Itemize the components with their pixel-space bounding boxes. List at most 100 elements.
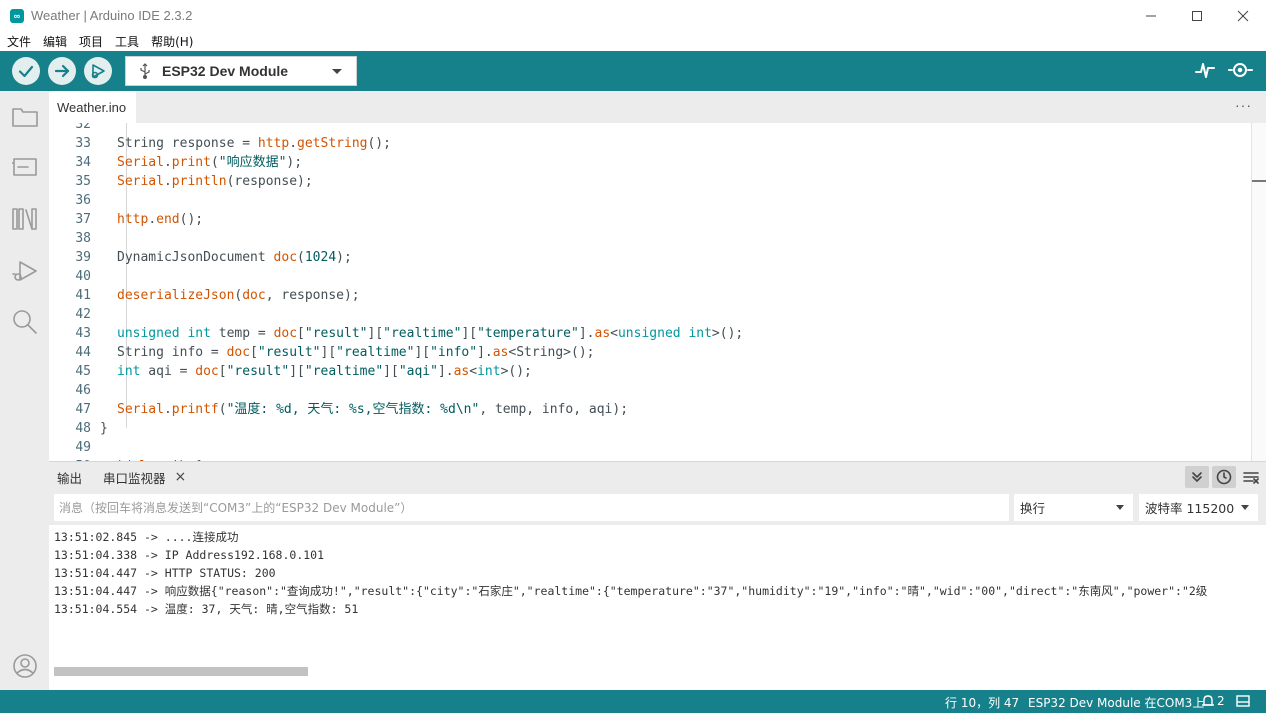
- toolbar: ESP32 Dev Module: [0, 51, 1266, 91]
- tab-output[interactable]: 输出: [57, 462, 82, 492]
- close-icon[interactable]: ×: [175, 469, 187, 485]
- close-icon: [1237, 10, 1249, 21]
- line-number: 41: [75, 288, 91, 303]
- board-manager-button[interactable]: [12, 154, 38, 180]
- search-icon: [13, 310, 37, 334]
- line-number: 38: [75, 231, 91, 246]
- debug-button[interactable]: [84, 57, 112, 85]
- serial-message-input[interactable]: [54, 494, 1009, 521]
- notification-count: 2: [1217, 694, 1225, 708]
- serial-monitor-icon[interactable]: [1228, 59, 1254, 81]
- menu-file[interactable]: 文件: [7, 33, 31, 50]
- editor-tabs: Weather.ino ···: [49, 91, 1266, 123]
- line-number: 46: [75, 383, 91, 398]
- line-number: 49: [75, 440, 91, 455]
- line-number: 39: [75, 250, 91, 265]
- code-text: DynamicJsonDocument doc(1024);: [117, 250, 352, 265]
- debug-sidebar-button[interactable]: [12, 258, 38, 284]
- clear-output-icon: [1243, 472, 1259, 484]
- line-number: 36: [75, 193, 91, 208]
- code-editor[interactable]: 32 33 String response = http.getString(); 3…: [49, 123, 1266, 461]
- clear-output-button[interactable]: [1239, 466, 1263, 488]
- menu-sketch[interactable]: 项目: [79, 33, 103, 50]
- code-line[interactable]: 46: [49, 381, 1249, 400]
- account-button[interactable]: [12, 653, 38, 679]
- chevron-down-icon: [1241, 505, 1249, 510]
- title-bar: ∞ Weather | Arduino IDE 2.3.2: [0, 0, 1266, 31]
- code-text: unsigned int temp = doc["result"]["realt…: [117, 326, 744, 341]
- minimize-button[interactable]: [1128, 0, 1174, 31]
- line-number: 45: [75, 364, 91, 379]
- serial-line: 13:51:04.447 -> HTTP STATUS: 200: [54, 566, 276, 580]
- code-line[interactable]: 38: [49, 229, 1249, 248]
- baud-rate-value: 波特率 115200: [1145, 501, 1235, 516]
- menu-bar: 文件 编辑 项目 工具 帮助(H): [0, 31, 1266, 51]
- editor-scrollbar[interactable]: [1252, 123, 1266, 461]
- sketchbook-button[interactable]: [12, 103, 38, 129]
- serial-output[interactable]: 13:51:02.845 -> ....连接成功 13:51:04.338 ->…: [49, 525, 1266, 690]
- code-line[interactable]: 40: [49, 267, 1249, 286]
- scrollbar-thumb[interactable]: [1252, 180, 1266, 182]
- timestamp-button[interactable]: [1212, 466, 1236, 488]
- code-line[interactable]: 45 int aqi = doc["result"]["realtime"]["a…: [49, 362, 1249, 381]
- verify-button[interactable]: [12, 57, 40, 85]
- tab-weather-ino[interactable]: Weather.ino: [49, 91, 136, 123]
- code-line[interactable]: 33 String response = http.getString();: [49, 134, 1249, 153]
- board-selector[interactable]: ESP32 Dev Module: [125, 56, 357, 86]
- code-text: http.end();: [117, 212, 204, 227]
- more-options-icon[interactable]: ···: [1235, 97, 1252, 113]
- code-line[interactable]: 48}: [49, 419, 1249, 438]
- code-line[interactable]: 44 String info = doc["result"]["realtime"…: [49, 343, 1249, 362]
- baud-rate-select[interactable]: 波特率 115200: [1139, 494, 1258, 521]
- code-line[interactable]: 37 http.end();: [49, 210, 1249, 229]
- code-line[interactable]: 42: [49, 305, 1249, 324]
- code-line[interactable]: 47 Serial.printf("温度: %d, 天气: %s,空气指数: %d…: [49, 400, 1249, 419]
- code-line[interactable]: 49: [49, 438, 1249, 457]
- code-line[interactable]: 36: [49, 191, 1249, 210]
- bell-icon: [1202, 694, 1214, 706]
- code-line[interactable]: 35 Serial.println(response);: [49, 172, 1249, 191]
- minimize-icon: [1146, 15, 1156, 16]
- code-text: String info = doc["result"]["realtime"][…: [117, 345, 595, 360]
- code-line[interactable]: 34 Serial.print("响应数据");: [49, 153, 1249, 172]
- cursor-position[interactable]: 行 10，列 47: [945, 694, 1019, 711]
- line-number: 35: [75, 174, 91, 189]
- toggle-panel-button[interactable]: [1236, 695, 1250, 710]
- code-line[interactable]: 41 deserializeJson(doc, response);: [49, 286, 1249, 305]
- tab-serial-monitor[interactable]: 串口监视器 ×: [103, 462, 186, 492]
- board-name: ESP32 Dev Module: [162, 63, 289, 79]
- horizontal-scrollbar-thumb[interactable]: [54, 667, 308, 676]
- timestamp-icon: [1216, 469, 1232, 485]
- arduino-logo-icon: ∞: [10, 8, 24, 23]
- upload-button[interactable]: [48, 57, 76, 85]
- close-button[interactable]: [1220, 0, 1266, 31]
- chevron-down-icon: [1116, 505, 1124, 510]
- window-title: Weather | Arduino IDE 2.3.2: [31, 8, 193, 23]
- panel-tabs: 输出 串口监视器 ×: [49, 461, 1266, 491]
- toggle-panel-icon: [1236, 695, 1250, 707]
- autoscroll-button[interactable]: [1185, 466, 1209, 488]
- serial-line: 13:51:04.338 -> IP Address192.168.0.101: [54, 548, 325, 562]
- code-line[interactable]: 43 unsigned int temp = doc["result"]["rea…: [49, 324, 1249, 343]
- library-manager-button[interactable]: [12, 206, 38, 232]
- code-text: Serial.print("响应数据");: [117, 155, 303, 170]
- search-button[interactable]: [12, 309, 38, 335]
- line-number: 43: [75, 326, 91, 341]
- arrow-right-icon: [54, 64, 70, 78]
- maximize-button[interactable]: [1174, 0, 1220, 31]
- code-line[interactable]: 32: [49, 123, 1249, 134]
- library-icon: [12, 208, 37, 230]
- menu-edit[interactable]: 编辑: [43, 33, 67, 50]
- board-manager-icon: [12, 158, 37, 176]
- line-ending-select[interactable]: 换行: [1014, 494, 1133, 521]
- debug-icon: [12, 261, 37, 281]
- notifications-button[interactable]: 2: [1201, 694, 1225, 708]
- serial-plotter-icon[interactable]: [1194, 59, 1216, 81]
- board-port-status[interactable]: ESP32 Dev Module 在COM3上: [1028, 694, 1204, 711]
- menu-tools[interactable]: 工具: [115, 33, 139, 50]
- serial-line: 13:51:02.845 -> ....连接成功: [54, 530, 239, 544]
- autoscroll-icon: [1192, 472, 1202, 482]
- code-line[interactable]: 39 DynamicJsonDocument doc(1024);: [49, 248, 1249, 267]
- left-sidebar: [0, 91, 49, 690]
- menu-help[interactable]: 帮助(H): [151, 33, 193, 50]
